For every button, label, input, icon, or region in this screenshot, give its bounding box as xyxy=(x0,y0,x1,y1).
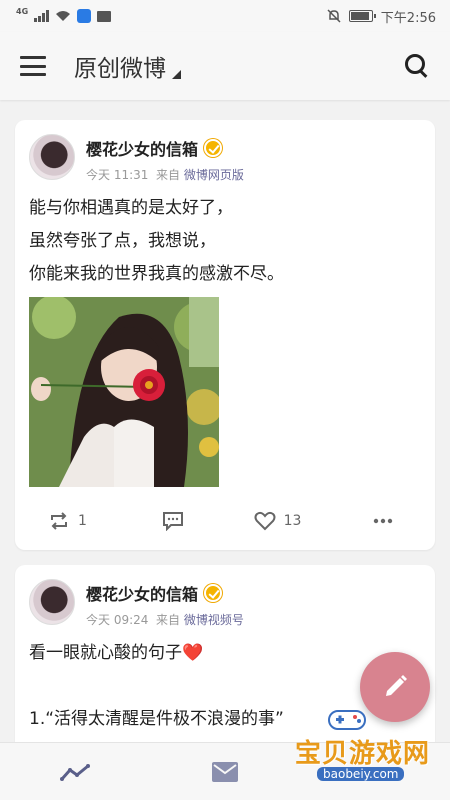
post-line: 你能来我的世界我真的感激不尽。 xyxy=(29,264,284,284)
author-name[interactable]: 樱花少女的信箱 xyxy=(86,136,198,160)
watermark: 宝贝游戏网 baobeiy.com xyxy=(285,703,445,793)
signal-icon xyxy=(34,10,50,22)
repost-button[interactable]: 1 xyxy=(15,511,120,531)
search-icon[interactable] xyxy=(404,53,430,79)
post-meta: 樱花少女的信箱 今天 09:24 来自 微博视频号 xyxy=(86,579,244,628)
post-source[interactable]: 微博视频号 xyxy=(184,613,244,627)
more-icon xyxy=(373,518,392,524)
post-subline: 今天 11:31 来自 微博网页版 xyxy=(86,166,244,183)
more-button[interactable] xyxy=(330,518,435,524)
post-time: 今天 09:24 xyxy=(86,613,149,627)
menu-icon[interactable] xyxy=(20,56,46,76)
app-notification-icon xyxy=(77,9,92,23)
watermark-text: 宝贝游戏网 xyxy=(295,739,431,769)
post-image[interactable] xyxy=(29,297,219,487)
post-text: 看一眼就心酸的句子❤️ 1.“活得太清醒是件极不浪漫的事” xyxy=(29,637,284,736)
post-line: 能与你相遇真的是太好了， xyxy=(29,198,233,218)
pencil-icon xyxy=(386,675,407,696)
avatar[interactable] xyxy=(29,134,75,180)
status-left: 4G xyxy=(16,7,112,23)
post-header: 樱花少女的信箱 今天 11:31 来自 微博网页版 xyxy=(29,134,244,183)
avatar[interactable] xyxy=(29,579,75,625)
page-title: 原创微博 xyxy=(74,56,166,82)
source-prefix: 来自 xyxy=(156,168,181,182)
author-name[interactable]: 樱花少女的信箱 xyxy=(86,581,198,605)
like-icon xyxy=(254,511,276,531)
watermark-url: baobeiy.com xyxy=(317,767,405,781)
dropdown-triangle-icon xyxy=(172,70,181,79)
title-dropdown[interactable]: 原创微博 xyxy=(74,49,181,83)
post-actions: 1 13 xyxy=(15,502,435,540)
battery-icon xyxy=(348,10,376,22)
tab-messages[interactable] xyxy=(150,743,300,800)
post-text: 能与你相遇真的是太好了， 虽然夸张了点，我想说， 你能来我的世界我真的感激不尽。 xyxy=(29,192,284,291)
mail-icon xyxy=(212,761,238,782)
tab-trend[interactable] xyxy=(0,743,150,800)
post-subline: 今天 09:24 来自 微博视频号 xyxy=(86,611,244,628)
mail-notification-icon xyxy=(97,10,112,22)
comment-icon xyxy=(162,512,183,531)
gamepad-icon xyxy=(328,710,366,730)
repost-icon xyxy=(51,512,68,530)
status-time: 下午2:56 xyxy=(380,10,436,26)
post-meta: 樱花少女的信箱 今天 11:31 来自 微博网页版 xyxy=(86,134,244,183)
post-time: 今天 11:31 xyxy=(86,168,149,182)
status-right: 下午2:56 xyxy=(327,7,436,26)
post-line: 1.“活得太清醒是件极不浪漫的事” xyxy=(29,709,284,729)
status-bar: 4G 下午2:56 xyxy=(0,0,450,32)
verified-badge-icon xyxy=(204,584,223,602)
post-line: 看一眼就心酸的句子❤️ xyxy=(29,643,204,663)
trend-icon xyxy=(60,763,90,781)
network-type: 4G xyxy=(16,7,29,16)
mute-icon xyxy=(327,9,341,23)
girl-with-flower-photo xyxy=(29,297,219,487)
source-prefix: 来自 xyxy=(156,613,181,627)
post-header: 樱花少女的信箱 今天 09:24 来自 微博视频号 xyxy=(29,579,244,628)
wifi-icon xyxy=(56,11,71,21)
post-source[interactable]: 微博网页版 xyxy=(184,168,244,182)
like-button[interactable]: 13 xyxy=(225,511,330,531)
verified-badge-icon xyxy=(204,139,223,157)
post-line: 虽然夸张了点，我想说， xyxy=(29,231,216,251)
post-line xyxy=(29,670,284,703)
like-count: 13 xyxy=(283,513,302,529)
repost-count: 1 xyxy=(78,513,87,529)
comment-button[interactable] xyxy=(120,511,225,531)
post-card[interactable]: 樱花少女的信箱 今天 11:31 来自 微博网页版 能与你相遇真的是太好了， 虽… xyxy=(15,120,435,550)
app-bar: 原创微博 xyxy=(0,32,450,100)
